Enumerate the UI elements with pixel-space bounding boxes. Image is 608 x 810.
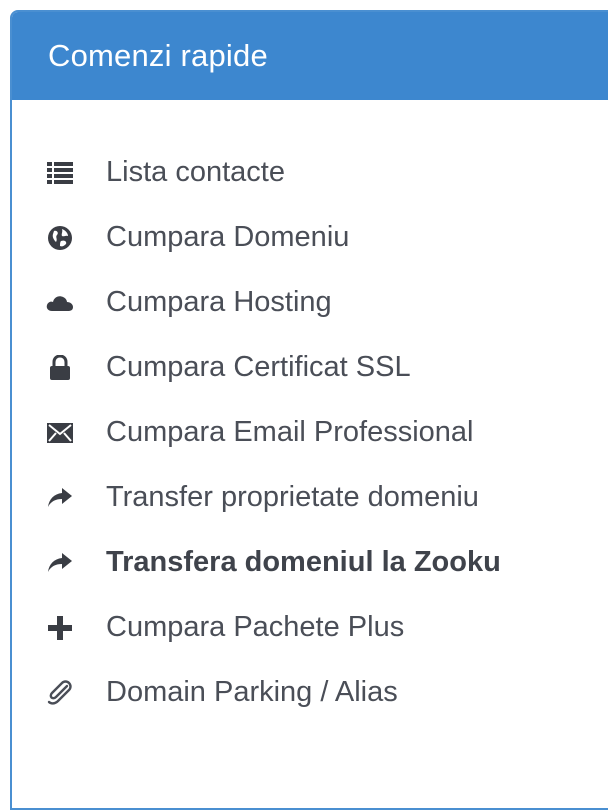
quick-orders-panel: Comenzi rapide Lista contacte Cumpara Do… bbox=[10, 10, 608, 810]
menu-item-buy-hosting[interactable]: Cumpara Hosting bbox=[12, 270, 608, 335]
envelope-icon bbox=[46, 419, 74, 447]
menu-item-label: Transfera domeniul la Zooku bbox=[106, 546, 501, 578]
menu-item-label: Cumpara Domeniu bbox=[106, 221, 350, 253]
cloud-icon bbox=[46, 289, 74, 317]
menu-item-label: Cumpara Email Professional bbox=[106, 416, 474, 448]
quick-orders-menu: Lista contacte Cumpara Domeniu Cumpara H… bbox=[12, 140, 608, 725]
share-arrow-icon bbox=[46, 484, 74, 512]
menu-item-buy-ssl[interactable]: Cumpara Certificat SSL bbox=[12, 335, 608, 400]
paperclip-icon bbox=[46, 679, 74, 707]
menu-item-label: Lista contacte bbox=[106, 156, 285, 188]
menu-item-domain-parking[interactable]: Domain Parking / Alias bbox=[12, 660, 608, 725]
menu-item-label: Domain Parking / Alias bbox=[106, 676, 398, 708]
menu-item-buy-email[interactable]: Cumpara Email Professional bbox=[12, 400, 608, 465]
menu-item-buy-plus-packages[interactable]: Cumpara Pachete Plus bbox=[12, 595, 608, 660]
globe-icon bbox=[46, 224, 74, 252]
lock-icon bbox=[46, 354, 74, 382]
plus-icon bbox=[46, 614, 74, 642]
menu-item-ownership-transfer[interactable]: Transfer proprietate domeniu bbox=[12, 465, 608, 530]
panel-title: Comenzi rapide bbox=[48, 38, 268, 73]
menu-item-label: Cumpara Certificat SSL bbox=[106, 351, 411, 383]
menu-item-transfer-to-zooku[interactable]: Transfera domeniul la Zooku bbox=[12, 530, 608, 595]
menu-item-contact-list[interactable]: Lista contacte bbox=[12, 140, 608, 205]
menu-item-buy-domain[interactable]: Cumpara Domeniu bbox=[12, 205, 608, 270]
menu-item-label: Cumpara Hosting bbox=[106, 286, 332, 318]
panel-header: Comenzi rapide bbox=[12, 12, 608, 100]
share-arrow-icon bbox=[46, 549, 74, 577]
menu-item-label: Transfer proprietate domeniu bbox=[106, 481, 479, 513]
list-icon bbox=[46, 159, 74, 187]
menu-item-label: Cumpara Pachete Plus bbox=[106, 611, 405, 643]
